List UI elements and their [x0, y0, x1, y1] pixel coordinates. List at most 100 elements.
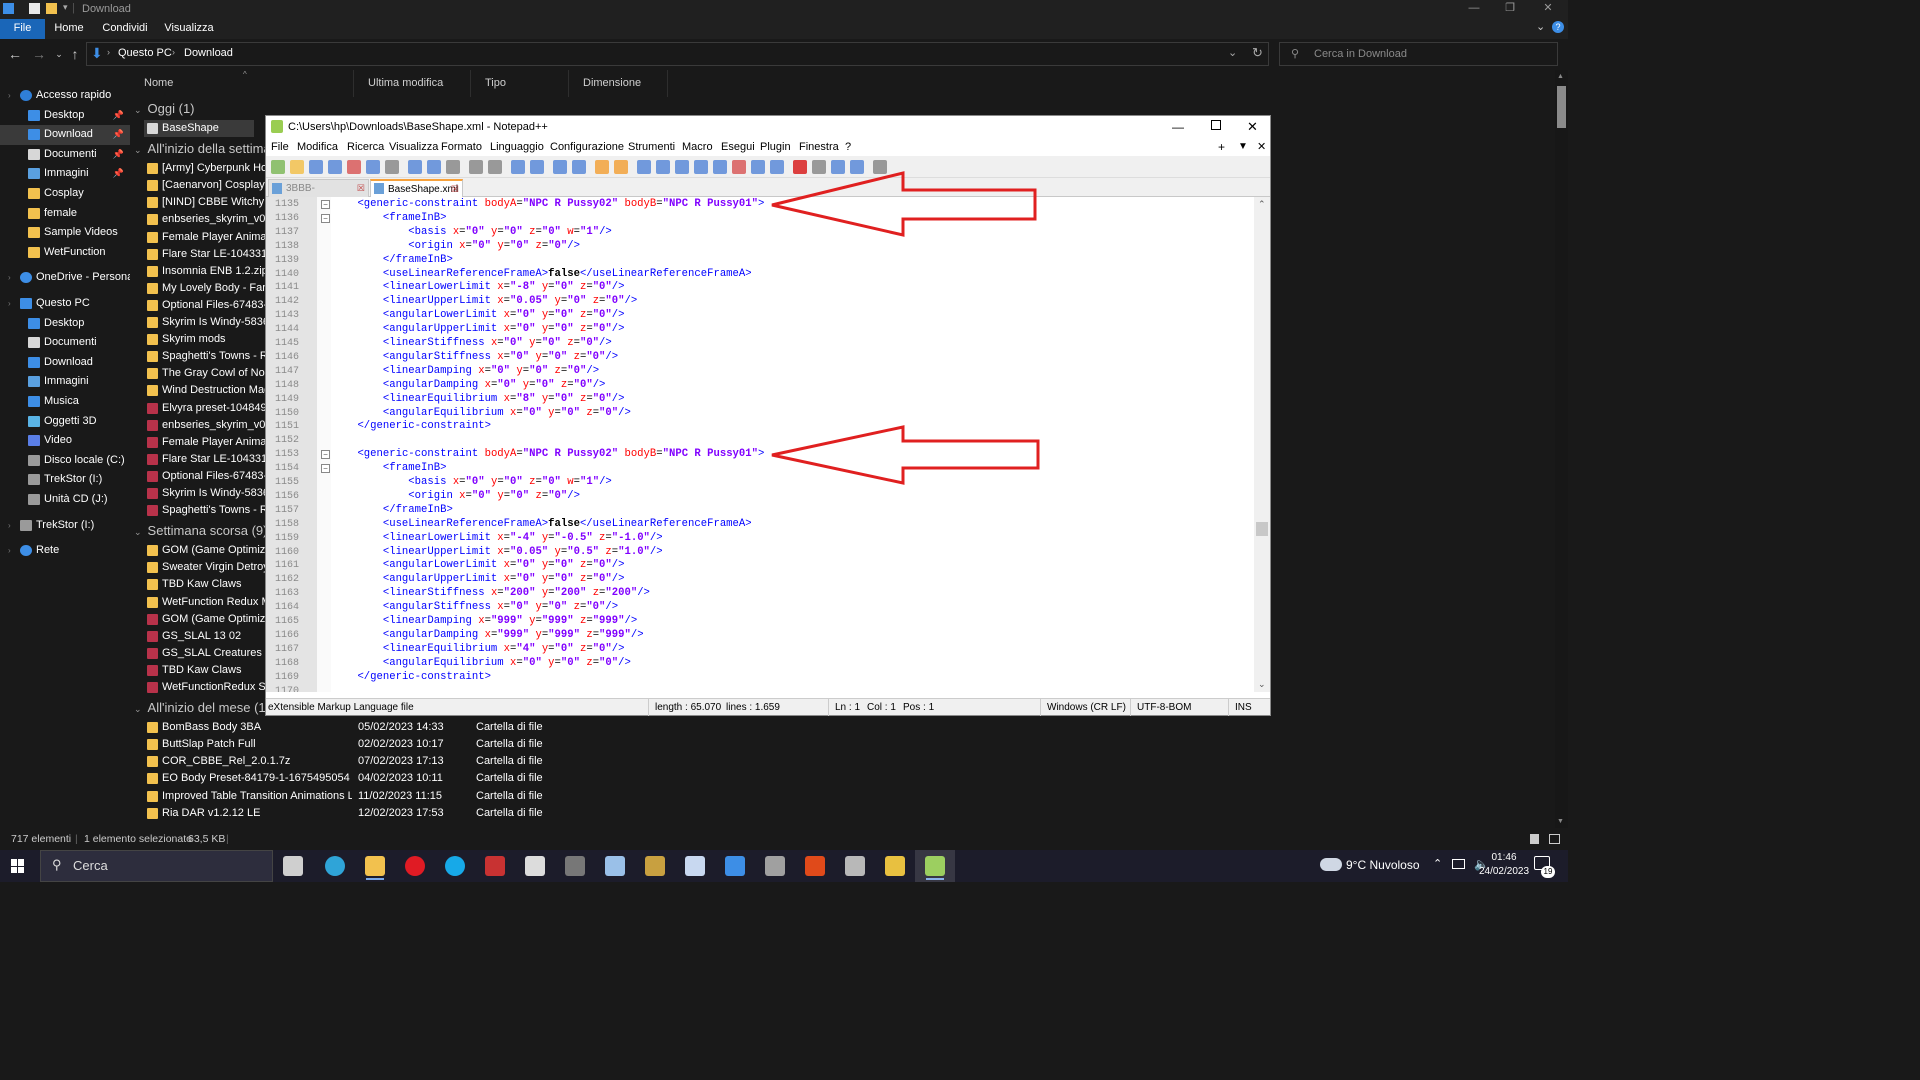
- file-row[interactable]: COR_CBBE_Rel_2.0.1.7z 07/02/2023 17:13 Car…: [144, 753, 1544, 770]
- start-icon[interactable]: [11, 859, 25, 873]
- quick-access-dropdown-icon[interactable]: ▾: [63, 2, 68, 13]
- ribbon-tab-home[interactable]: Home: [48, 19, 90, 39]
- up-icon[interactable]: ↑: [66, 46, 84, 62]
- app-f-icon[interactable]: [805, 856, 825, 876]
- menu-macro[interactable]: Macro: [682, 138, 713, 156]
- editor-scroll-thumb[interactable]: [1256, 522, 1268, 536]
- sidebar-item[interactable]: Download 📌: [0, 125, 130, 145]
- app-yellow-icon[interactable]: [885, 856, 905, 876]
- breadcrumb-this-pc[interactable]: Questo PC: [118, 47, 172, 59]
- file-row[interactable]: EO Body Preset-84179-1-1675495054 04/02/2…: [144, 770, 1544, 787]
- menu-close-doc-icon[interactable]: ✕: [1257, 138, 1266, 156]
- sidebar-item[interactable]: Documenti 📌: [0, 145, 130, 165]
- app-game-icon[interactable]: [845, 856, 865, 876]
- app-box-icon[interactable]: [765, 856, 785, 876]
- scrollbar-thumb[interactable]: [1557, 86, 1566, 128]
- weather-label[interactable]: 9°C Nuvoloso: [1346, 858, 1420, 872]
- clock-time[interactable]: 01:46: [1484, 852, 1524, 863]
- npp-minimize-icon[interactable]: —: [1172, 116, 1184, 138]
- ribbon-tab-share[interactable]: Condividi: [96, 19, 154, 39]
- app-red-icon[interactable]: [485, 856, 505, 876]
- tab-baseshape[interactable]: BaseShape.xml ☒: [370, 179, 463, 197]
- tab-close-icon[interactable]: ☒: [357, 180, 365, 197]
- large-icons-view-icon[interactable]: [1549, 834, 1560, 844]
- editor-scroll-down-icon[interactable]: ⌄: [1258, 679, 1266, 690]
- group-header[interactable]: ⌄ All'inizio del mese (17): [134, 698, 277, 718]
- clock-date[interactable]: 24/02/2023: [1478, 866, 1530, 877]
- new-folder-icon[interactable]: [46, 3, 57, 14]
- save-all-icon[interactable]: [328, 160, 342, 174]
- udl-icon[interactable]: [694, 160, 708, 174]
- pin-icon[interactable]: 📌: [113, 125, 124, 144]
- indent-guide-icon[interactable]: [675, 160, 689, 174]
- app-gold-icon[interactable]: [645, 856, 665, 876]
- group-collapse-icon[interactable]: ⌄: [134, 145, 142, 155]
- close-icon[interactable]: [347, 160, 361, 174]
- sidebar-item[interactable]: Cosplay: [0, 184, 130, 204]
- address-box[interactable]: ⬇ › Questo PC › Download ⌄ ↻: [86, 42, 1269, 66]
- zoom-in-icon[interactable]: [553, 160, 567, 174]
- word-wrap-icon[interactable]: [637, 160, 651, 174]
- app-grid-icon[interactable]: [525, 856, 545, 876]
- redo-icon[interactable]: [488, 160, 502, 174]
- sidebar-item[interactable]: Rete ›: [0, 541, 130, 561]
- menu-format[interactable]: Formato: [441, 138, 482, 156]
- menu-add-icon[interactable]: +: [1218, 138, 1225, 156]
- task-view-icon[interactable]: [283, 856, 303, 876]
- sidebar-item[interactable]: Documenti: [0, 333, 130, 353]
- expand-chevron-icon[interactable]: ›: [8, 86, 11, 105]
- undo-icon[interactable]: [469, 160, 483, 174]
- menu-view[interactable]: Visualizza: [389, 138, 438, 156]
- breadcrumb-download[interactable]: Download: [184, 47, 233, 59]
- npp-maximize-icon[interactable]: [1211, 120, 1221, 130]
- scroll-down-icon[interactable]: ▼: [1557, 818, 1564, 825]
- menu-tools[interactable]: Strumenti: [628, 138, 675, 156]
- expand-chevron-icon[interactable]: ›: [8, 541, 11, 560]
- pin-icon[interactable]: 📌: [113, 106, 124, 125]
- menu-dropdown-icon[interactable]: ▼: [1238, 138, 1248, 156]
- sidebar-item[interactable]: Disco locale (C:): [0, 451, 130, 471]
- sidebar-item[interactable]: TrekStor (I:): [0, 470, 130, 490]
- tab-close-icon[interactable]: ☒: [451, 181, 459, 198]
- expand-chevron-icon[interactable]: ›: [8, 268, 11, 287]
- copy-icon[interactable]: [427, 160, 441, 174]
- fold-toggle-icon[interactable]: −: [321, 213, 330, 223]
- replace-icon[interactable]: [530, 160, 544, 174]
- file-row[interactable]: Ria DAR v1.2.12 LE 12/02/2023 17:53 Cartel…: [144, 805, 1544, 822]
- properties-icon[interactable]: [29, 3, 40, 14]
- paste-icon[interactable]: [446, 160, 460, 174]
- explorer-search-input[interactable]: Cerca in Download: [1279, 42, 1558, 66]
- npp-close-icon[interactable]: ✕: [1247, 116, 1258, 138]
- expand-chevron-icon[interactable]: ›: [8, 294, 11, 313]
- file-row[interactable]: BomBass Body 3BA 05/02/2023 14:33 Cartella…: [144, 719, 1544, 736]
- find-icon[interactable]: [511, 160, 525, 174]
- app-window-icon[interactable]: [725, 856, 745, 876]
- group-header[interactable]: ⌄ Settimana scorsa (9): [134, 521, 267, 541]
- function-list-icon[interactable]: [732, 160, 746, 174]
- sidebar-item[interactable]: Immagini: [0, 372, 130, 392]
- sidebar-item[interactable]: Desktop: [0, 314, 130, 334]
- sidebar-item[interactable]: WetFunction: [0, 243, 130, 263]
- taskbar-search-box[interactable]: Cerca: [40, 850, 273, 882]
- group-collapse-icon[interactable]: ⌄: [134, 527, 142, 537]
- sidebar-item[interactable]: Accesso rapido ›: [0, 86, 130, 106]
- sidebar-item[interactable]: Immagini 📌: [0, 164, 130, 184]
- sidebar-item[interactable]: TrekStor (I:) ›: [0, 516, 130, 536]
- status-encoding[interactable]: UTF-8-BOM: [1130, 699, 1191, 716]
- network-icon[interactable]: [1452, 859, 1465, 869]
- sidebar-item[interactable]: Unità CD (J:): [0, 490, 130, 510]
- ribbon-expand-icon[interactable]: ⌄: [1536, 20, 1545, 33]
- menu-window[interactable]: Finestra: [799, 138, 839, 156]
- zoom-out-icon[interactable]: [572, 160, 586, 174]
- menu-language[interactable]: Linguaggio: [490, 138, 544, 156]
- group-header[interactable]: ⌄ Oggi (1): [134, 99, 195, 119]
- address-dropdown-icon[interactable]: ⌄: [1228, 46, 1237, 59]
- sidebar-item[interactable]: Video: [0, 431, 130, 451]
- help-icon[interactable]: ?: [1552, 21, 1564, 33]
- sync-h-icon[interactable]: [614, 160, 628, 174]
- editor-scrollbar[interactable]: ⌃ ⌄: [1254, 197, 1270, 692]
- sidebar-item[interactable]: Oggetti 3D: [0, 412, 130, 432]
- details-view-icon[interactable]: [1530, 834, 1539, 844]
- sidebar-item[interactable]: Desktop 📌: [0, 106, 130, 126]
- open-icon[interactable]: [290, 160, 304, 174]
